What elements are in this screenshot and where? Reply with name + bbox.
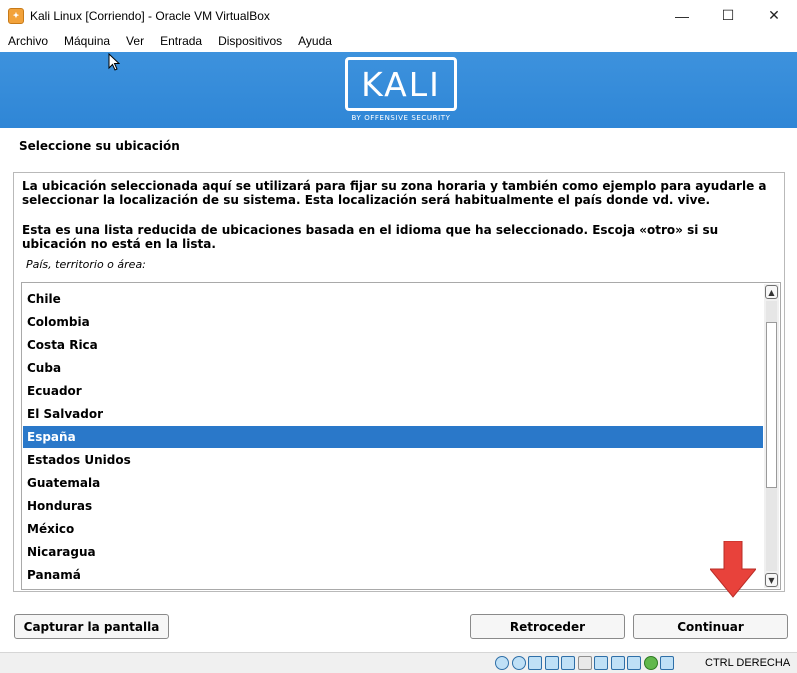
kali-logo: KALI: [345, 57, 457, 111]
audio-icon[interactable]: [528, 656, 542, 670]
virtualbox-icon: ✦: [8, 7, 24, 24]
list-item[interactable]: México: [23, 518, 763, 540]
window-controls: — ☐ ✕: [659, 0, 797, 31]
list-item[interactable]: Costa Rica: [23, 334, 763, 356]
maximize-button[interactable]: ☐: [705, 0, 751, 31]
list-item[interactable]: Chile: [23, 288, 763, 310]
close-button[interactable]: ✕: [751, 0, 797, 31]
recording-icon[interactable]: [610, 656, 625, 670]
list-item[interactable]: Colombia: [23, 311, 763, 333]
hint-line-2: ubicación no está en la lista.: [22, 237, 216, 251]
menu-dispositivos[interactable]: Dispositivos: [210, 31, 290, 52]
menu-ver[interactable]: Ver: [118, 31, 152, 52]
scroll-up-icon[interactable]: ▲: [765, 285, 778, 299]
hint-line-1: Esta es una lista reducida de ubicacione…: [22, 223, 719, 237]
back-button[interactable]: Retroceder: [470, 614, 625, 639]
optical-drive-icon[interactable]: [511, 656, 526, 670]
host-key-label: CTRL DERECHA: [705, 657, 791, 669]
vm-statusbar: CTRL DERECHA: [0, 652, 797, 673]
list-item[interactable]: Cuba: [23, 357, 763, 379]
description-line-2: seleccionar la localización de su sistem…: [22, 193, 711, 207]
list-label: País, territorio o área:: [26, 258, 146, 271]
usb-icon[interactable]: [561, 656, 575, 670]
list-scrollbar[interactable]: ▲ ▼: [764, 284, 779, 588]
red-arrow-annotation-icon: [710, 541, 756, 598]
list-item[interactable]: Ecuador: [23, 380, 763, 402]
menu-bar: Archivo Máquina Ver Entrada Dispositivos…: [0, 31, 797, 52]
list-item[interactable]: Panamá: [23, 564, 763, 586]
scroll-thumb[interactable]: [766, 322, 777, 488]
cpu-icon[interactable]: [627, 656, 641, 670]
country-listbox[interactable]: Chile Colombia Costa Rica Cuba Ecuador E…: [21, 282, 781, 590]
menu-entrada[interactable]: Entrada: [152, 31, 210, 52]
list-item[interactable]: Honduras: [23, 495, 763, 517]
mouse-cursor-icon: [108, 53, 120, 71]
network-icon[interactable]: [544, 656, 559, 670]
window-title: Kali Linux [Corriendo] - Oracle VM Virtu…: [30, 8, 270, 23]
keyboard-icon[interactable]: [660, 656, 674, 670]
display-icon[interactable]: [594, 656, 608, 670]
shared-folders-icon[interactable]: [577, 656, 592, 670]
scroll-down-icon[interactable]: ▼: [765, 573, 778, 587]
continue-button[interactable]: Continuar: [633, 614, 788, 639]
list-item[interactable]: Nicaragua: [23, 541, 763, 563]
status-icons: [495, 656, 677, 670]
menu-ayuda[interactable]: Ayuda: [290, 31, 340, 52]
list-item[interactable]: Estados Unidos: [23, 449, 763, 471]
minimize-button[interactable]: —: [659, 0, 705, 31]
screenshot-button[interactable]: Capturar la pantalla: [14, 614, 169, 639]
kali-tagline: BY OFFENSIVE SECURITY: [351, 114, 451, 122]
list-item-selected[interactable]: España: [23, 426, 763, 448]
mouse-integration-icon[interactable]: [643, 656, 658, 670]
hard-disk-icon[interactable]: [495, 656, 509, 670]
list-item[interactable]: El Salvador: [23, 403, 763, 425]
window-titlebar: ✦ Kali Linux [Corriendo] - Oracle VM Vir…: [0, 0, 797, 31]
menu-archivo[interactable]: Archivo: [0, 31, 56, 52]
description-line-1: La ubicación seleccionada aquí se utiliz…: [22, 179, 767, 193]
page-title: Seleccione su ubicación: [19, 139, 180, 153]
menu-maquina[interactable]: Máquina: [56, 31, 118, 52]
list-item[interactable]: Guatemala: [23, 472, 763, 494]
